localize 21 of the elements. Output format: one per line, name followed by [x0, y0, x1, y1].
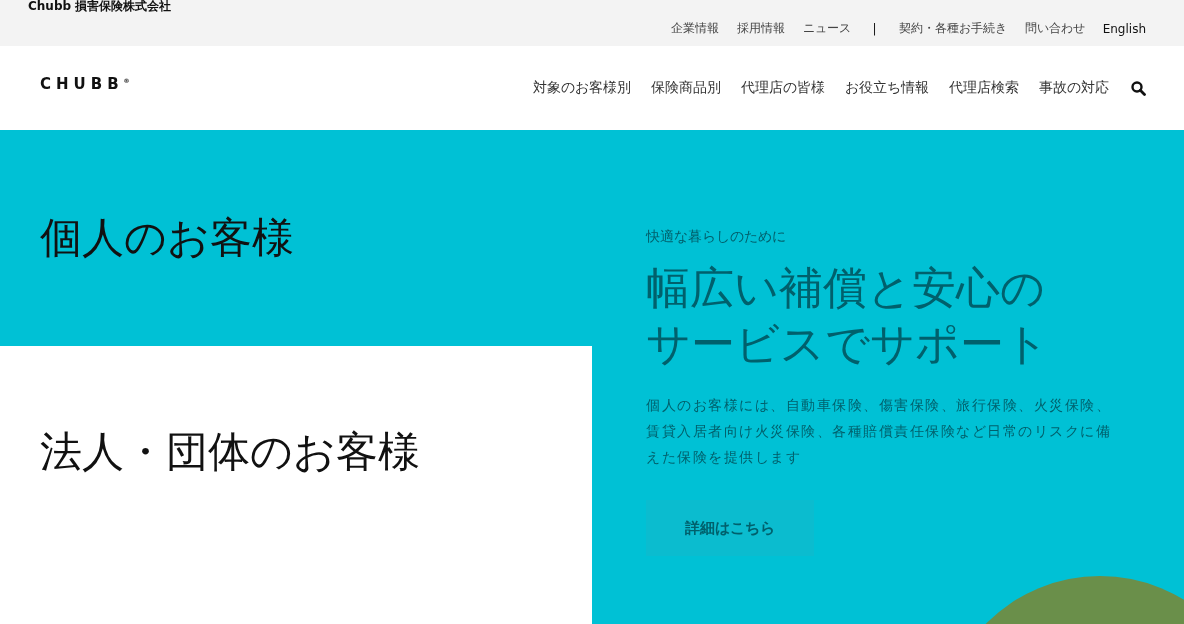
search-icon[interactable]: [1131, 80, 1146, 96]
eyebrow-text: 快適な暮らしのために: [646, 228, 787, 246]
feature-description: 個人のお客様には、自動車保険、傷害保険、旅行保険、火災保険、賃貸入居者向け火災保険、各種賠償責任保険など日常のリスクに備えた保険を提供します: [646, 396, 1112, 467]
top-link[interactable]: 契約・各種お手続き: [898, 20, 1007, 37]
nav-link[interactable]: お役立ち情報: [845, 79, 929, 97]
logo[interactable]: CHUBB$^{®}$: [40, 75, 130, 93]
top-link[interactable]: 問い合わせ: [1024, 20, 1085, 37]
top-link[interactable]: 採用情報: [736, 20, 785, 37]
company-name: Chubb 損害保険株式会社: [28, 0, 172, 15]
top-link[interactable]: English: [1102, 21, 1146, 36]
nav-link[interactable]: 対象のお客様別: [533, 79, 631, 97]
separator: |: [872, 21, 877, 36]
nav-link[interactable]: 代理店検索: [949, 79, 1019, 97]
nav-link[interactable]: 代理店の皆様: [741, 79, 825, 97]
top-link[interactable]: 企業情報: [670, 20, 719, 37]
top-link[interactable]: ニュース: [802, 20, 851, 37]
segment-tab[interactable]: 個人のお客様: [0, 130, 592, 346]
nav-link[interactable]: 事故の対応: [1039, 79, 1109, 97]
segment-tab[interactable]: 法人・団体のお客様: [0, 346, 592, 624]
nav-link[interactable]: 保険商品別: [651, 79, 721, 97]
feature-heading: 幅広い補償と安心のサービスでサポート: [646, 261, 1050, 371]
